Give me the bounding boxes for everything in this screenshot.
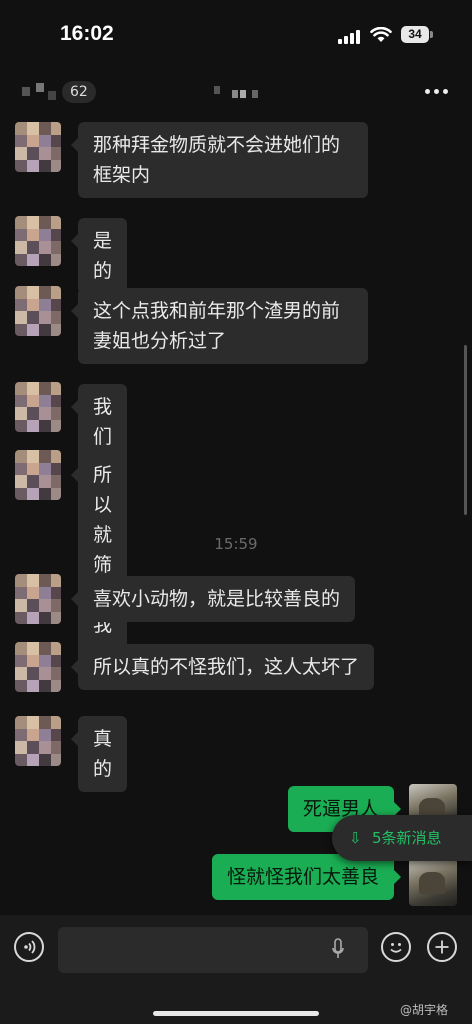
watermark: @胡宇格 [400, 1003, 449, 1017]
message-bubble[interactable]: 喜欢小动物，就是比较善良的 [70, 576, 356, 622]
avatar[interactable] [15, 216, 61, 266]
scrollbar[interactable] [464, 345, 467, 515]
microphone-icon[interactable] [332, 938, 344, 962]
wifi-icon [370, 27, 392, 42]
my-avatar[interactable] [409, 858, 457, 906]
home-indicator [153, 1011, 319, 1016]
avatar[interactable] [15, 122, 61, 172]
new-messages-label: 5条新消息 [372, 829, 442, 847]
battery-icon: 34 [401, 26, 429, 43]
status-time: 16:02 [60, 22, 114, 45]
avatar[interactable] [15, 574, 61, 624]
double-chevron-down-icon: ⇩ [349, 829, 362, 847]
more-dots-icon[interactable] [422, 84, 452, 98]
chat-header: 62 [0, 70, 472, 112]
emoji-icon [390, 943, 402, 953]
avatar[interactable] [15, 382, 61, 432]
back-button[interactable]: 62 [14, 78, 96, 104]
message-bubble[interactable]: 那种拜金物质就不会进她们的框架内 [71, 122, 368, 198]
plus-button[interactable] [427, 932, 457, 962]
message-bubble[interactable]: 这个点我和前年那个渣男的前妻姐也分析过了 [71, 288, 368, 364]
new-messages-button[interactable]: ⇩ 5条新消息 [332, 815, 472, 861]
plus-icon [435, 940, 449, 954]
voice-toggle-button[interactable] [14, 932, 44, 962]
message-bubble[interactable]: 所以真的不怪我们，这人太坏了 [70, 644, 375, 690]
avatar[interactable] [15, 450, 61, 500]
emoji-button[interactable] [381, 932, 411, 962]
message-timestamp: 15:59 [214, 535, 258, 553]
avatar[interactable] [15, 642, 61, 692]
avatar[interactable] [15, 716, 61, 766]
message-input[interactable] [58, 927, 368, 973]
battery-tip [430, 31, 433, 38]
avatar[interactable] [15, 286, 61, 336]
message-bubble[interactable]: 是的 [70, 218, 128, 294]
signal-icon [338, 30, 360, 44]
status-bar: 16:02 34 [0, 0, 472, 70]
unread-badge: 62 [62, 81, 96, 103]
voice-wave-icon [24, 940, 36, 954]
